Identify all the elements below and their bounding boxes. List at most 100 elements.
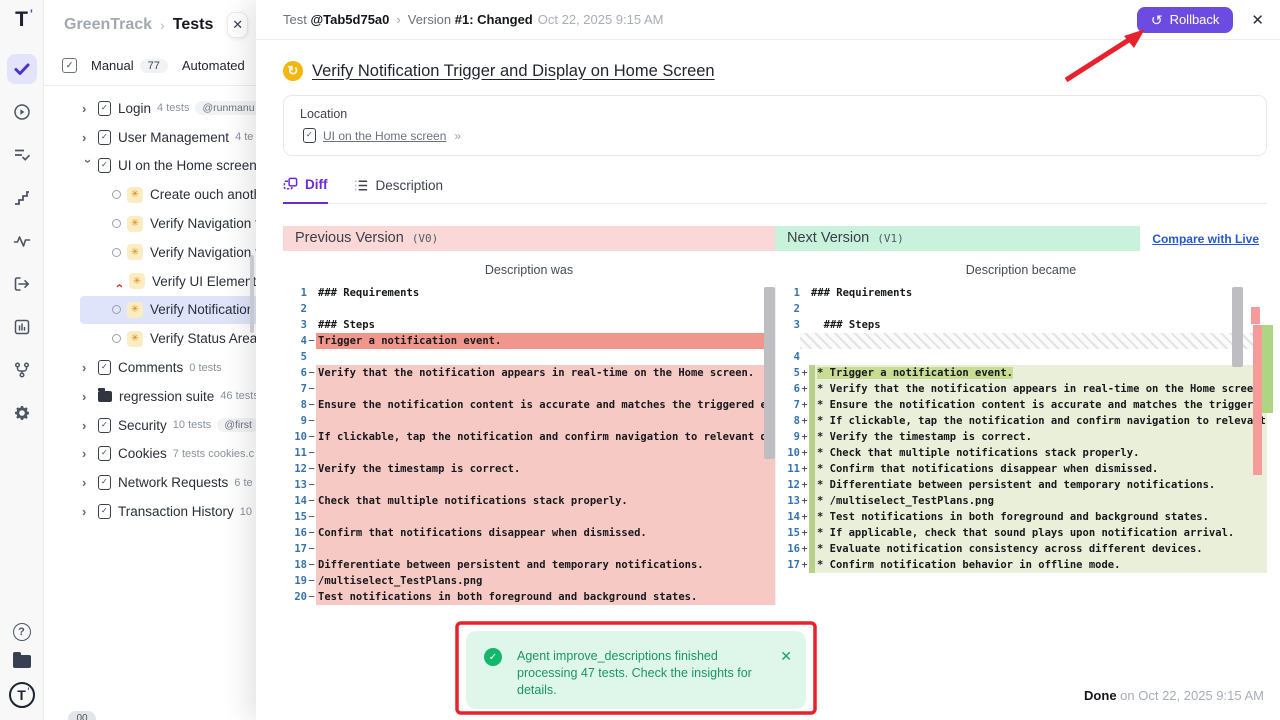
tree-caret-icon[interactable]: ›: [81, 159, 96, 172]
tree-item-meta: 7 tests cookies.c: [173, 448, 254, 460]
user-avatar[interactable]: T': [9, 682, 35, 708]
help-icon[interactable]: ?: [13, 623, 31, 641]
tree-test-verify-notification-t[interactable]: ✳Verify Notification T: [80, 296, 256, 325]
diff-line-right-17: 17+* Confirm notification behavior in of…: [776, 557, 1267, 573]
test-status-icon: ↻: [283, 61, 303, 81]
tree-test-verify-navigation-to[interactable]: ✳Verify Navigation to: [44, 238, 256, 267]
tree-item-meta: 10: [240, 506, 252, 518]
modal-close-icon[interactable]: ✕: [1251, 11, 1264, 29]
tree-item-meta: 4 tests: [157, 102, 189, 114]
diff-line-left-17: 17−: [283, 541, 775, 557]
branches-icon[interactable]: [7, 355, 37, 385]
diff-line-left-1: 1### Requirements: [283, 285, 775, 301]
test-status-circle-icon[interactable]: [112, 190, 121, 199]
tree-suite-cookies[interactable]: ›Cookies7 tests cookies.c: [44, 440, 256, 469]
spinner-test-icon: ✳: [127, 216, 143, 232]
tree-item-tag-pill: @runmanu: [195, 101, 256, 115]
version-diff-modal: Test @Tab5d75a0 › Version #1: Changed Oc…: [256, 0, 1280, 720]
tree-caret-icon[interactable]: ›: [82, 418, 95, 433]
tab-diff[interactable]: Diff: [283, 177, 328, 204]
diff-line-right-6: 6+* Verify that the notification appears…: [776, 381, 1267, 397]
success-check-icon: ✓: [484, 648, 502, 666]
tree-suite-user-management[interactable]: ›User Management4 te: [44, 123, 256, 152]
app-logo[interactable]: T': [15, 8, 28, 32]
right-pane-scrollbar[interactable]: [1232, 287, 1243, 367]
tree-test-verify-ui-elements-o[interactable]: ›✳Verify UI Elements o: [44, 267, 256, 296]
tab-description[interactable]: Description: [354, 178, 444, 203]
footer-status: Done: [1084, 688, 1117, 703]
tree-caret-icon[interactable]: ›: [111, 275, 126, 288]
rollback-label: Rollback: [1170, 12, 1220, 27]
sidebar-scrollbar[interactable]: [250, 255, 254, 333]
tree-caret-icon[interactable]: ›: [82, 360, 95, 375]
tests-icon[interactable]: [7, 54, 37, 84]
tree-caret-icon[interactable]: ›: [82, 475, 95, 490]
breadcrumb-section: Tests: [173, 16, 214, 34]
tab-automated[interactable]: Automated: [182, 58, 245, 73]
tree-item-meta: 6 te: [234, 477, 252, 489]
diff-line-right-7: 7+* Ensure the notification content is a…: [776, 397, 1267, 413]
location-arrow: »: [454, 129, 461, 143]
doc-check-icon: [98, 101, 111, 116]
sidebar-header: GreenTrack › Tests ✕: [44, 0, 256, 48]
tab-manual[interactable]: Manual 77: [91, 58, 168, 73]
tree-suite-ui-on-the-home-screen[interactable]: › UI on the Home screen: [44, 152, 256, 181]
header-prefix: Test: [283, 12, 307, 27]
settings-gear-icon[interactable]: [7, 398, 37, 428]
tree-test-verify-navigation-to[interactable]: ✳Verify Navigation to: [44, 209, 256, 238]
folder-icon[interactable]: [13, 655, 31, 668]
tree-item-label: Security: [118, 418, 167, 433]
test-status-circle-icon[interactable]: [112, 219, 121, 228]
toast-close-icon[interactable]: ✕: [780, 648, 792, 709]
previous-version-tag: (V0): [412, 232, 439, 245]
test-list-icon[interactable]: [7, 140, 37, 170]
tree-item-label: UI on the Home screen: [118, 158, 256, 173]
diff-line-left-15: 15−: [283, 509, 775, 525]
test-title[interactable]: Verify Notification Trigger and Display …: [312, 62, 715, 81]
tree-suite-transaction-history[interactable]: ›Transaction History10: [44, 497, 256, 526]
tree-suite-comments[interactable]: ›Comments0 tests: [44, 353, 256, 382]
import-icon[interactable]: [7, 269, 37, 299]
test-status-circle-icon[interactable]: [112, 334, 121, 343]
previous-version-title: Previous Version: [295, 230, 404, 246]
brand-name: GreenTrack: [64, 16, 152, 34]
tab-diff-label: Diff: [305, 177, 328, 192]
tree-caret-icon[interactable]: ›: [82, 130, 95, 145]
steps-icon[interactable]: [7, 183, 37, 213]
doc-check-icon: [98, 158, 111, 173]
tree-suite-regression-suite[interactable]: ›regression suite46 tests: [44, 382, 256, 411]
manual-count-badge: 77: [140, 59, 168, 73]
tree-item-meta: 0 tests: [189, 362, 221, 374]
version-label: Version: [408, 12, 451, 27]
activity-icon[interactable]: [7, 226, 37, 256]
modal-header: Test @Tab5d75a0 › Version #1: Changed Oc…: [256, 0, 1280, 40]
test-status-circle-icon[interactable]: [112, 305, 121, 314]
tab-manual-label: Manual: [91, 58, 134, 73]
diff-line-right-15: 15+* If applicable, check that sound pla…: [776, 525, 1267, 541]
left-pane-scrollbar[interactable]: [764, 287, 775, 459]
diff-line-right-12: 12+* Differentiate between persistent an…: [776, 477, 1267, 493]
test-id: @Tab5d75a0: [310, 12, 389, 27]
diff-line-right-10: 10+* Check that multiple notifications s…: [776, 445, 1267, 461]
tree-caret-icon[interactable]: ›: [82, 504, 95, 519]
select-all-icon[interactable]: ✓: [62, 58, 77, 73]
tree-suite-security[interactable]: ›Security10 tests@first: [44, 411, 256, 440]
tree-item-label: regression suite: [119, 389, 214, 404]
tree-suite-login[interactable]: ›Login4 tests@runmanu: [44, 94, 256, 123]
runs-play-icon[interactable]: [7, 97, 37, 127]
tree-test-create-ouch-another[interactable]: ✳Create ouch another: [44, 180, 256, 209]
tree-suite-network-requests[interactable]: ›Network Requests6 te: [44, 468, 256, 497]
tree-caret-icon[interactable]: ›: [82, 101, 95, 116]
reports-icon[interactable]: [7, 312, 37, 342]
tree-caret-icon[interactable]: ›: [82, 389, 95, 404]
tree-test-verify-status-area-a[interactable]: ✳Verify Status Area a: [44, 324, 256, 353]
diff-line-left-14: 14−Check that multiple notifications sta…: [283, 493, 775, 509]
diff-icon: [283, 177, 298, 192]
tree-caret-icon[interactable]: ›: [82, 446, 95, 461]
location-link[interactable]: UI on the Home screen: [323, 129, 446, 143]
rollback-button[interactable]: ↺ Rollback: [1137, 7, 1234, 33]
sidebar-close-button[interactable]: ✕: [227, 12, 248, 38]
location-card: Location UI on the Home screen »: [283, 95, 1267, 156]
test-status-circle-icon[interactable]: [112, 248, 121, 257]
compare-with-live-link[interactable]: Compare with Live: [1152, 232, 1259, 246]
